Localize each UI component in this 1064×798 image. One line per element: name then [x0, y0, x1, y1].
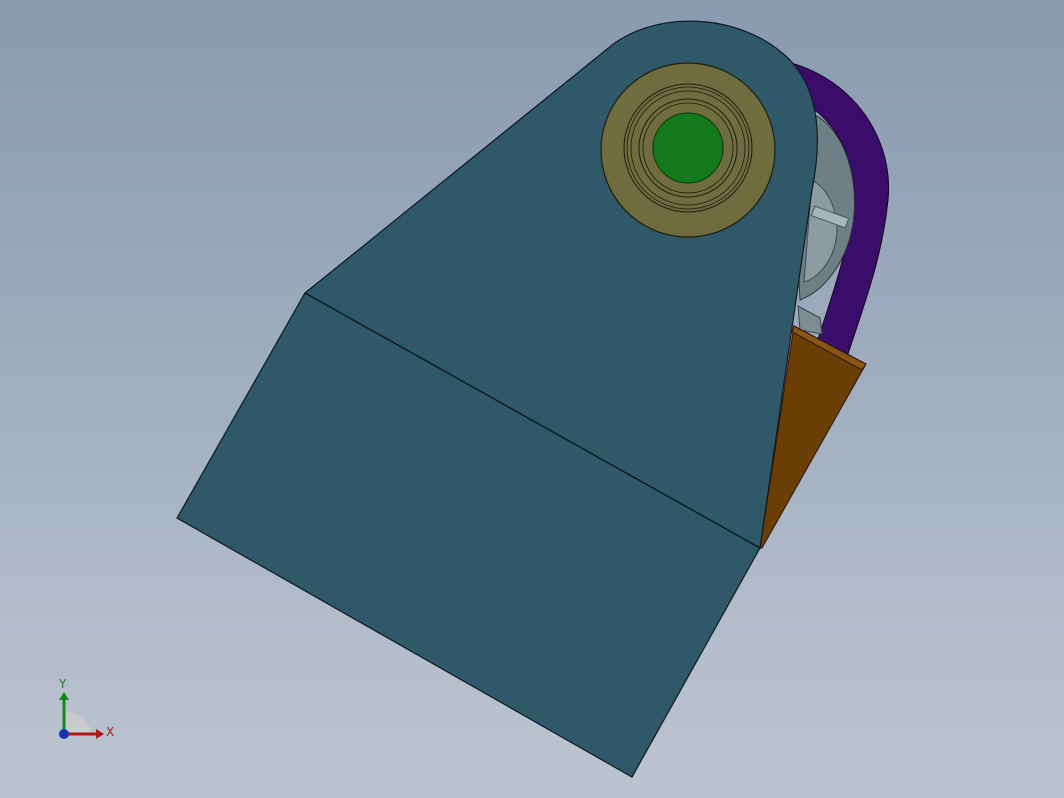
- cad-viewport[interactable]: Y X: [0, 0, 1064, 798]
- x-axis-arrow: [96, 729, 104, 739]
- x-axis-label: X: [106, 725, 114, 739]
- cad-model[interactable]: [0, 0, 1064, 798]
- z-axis-dot: [59, 729, 69, 739]
- coordinate-triad-icon: Y X: [58, 677, 114, 739]
- green-shaft[interactable]: [652, 112, 724, 184]
- y-axis-label: Y: [58, 677, 67, 691]
- y-axis-arrow: [59, 692, 69, 700]
- triad-arc: [64, 711, 92, 734]
